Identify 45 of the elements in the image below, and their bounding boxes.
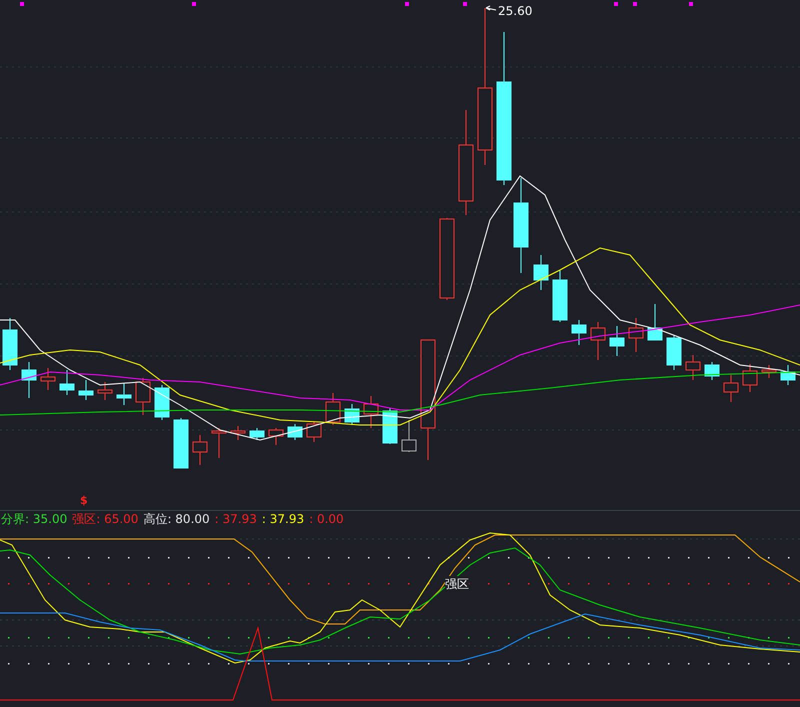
candle bbox=[590, 322, 606, 360]
candle bbox=[686, 354, 700, 380]
candle bbox=[648, 304, 662, 340]
candle bbox=[762, 364, 776, 378]
candle bbox=[572, 320, 586, 346]
arrow-icon bbox=[486, 6, 496, 10]
candle bbox=[268, 428, 284, 446]
candle bbox=[154, 384, 170, 420]
indicator-value: : 0.00 bbox=[309, 512, 344, 526]
candle bbox=[402, 420, 416, 452]
candle bbox=[382, 408, 398, 444]
candle bbox=[780, 364, 796, 386]
candle bbox=[534, 254, 548, 290]
candle bbox=[364, 396, 378, 428]
candle bbox=[666, 334, 682, 370]
candle bbox=[628, 318, 644, 352]
candle bbox=[742, 364, 758, 392]
candle bbox=[22, 362, 36, 398]
indicator-value: 高位: 80.00 bbox=[143, 510, 210, 528]
candle bbox=[174, 418, 188, 468]
candle bbox=[40, 368, 56, 390]
candle bbox=[610, 326, 624, 356]
indicator-value: : 37.93 bbox=[262, 512, 304, 526]
candle bbox=[326, 392, 340, 426]
candle bbox=[288, 424, 302, 440]
candle bbox=[2, 318, 18, 370]
candle bbox=[552, 270, 568, 322]
candle bbox=[704, 362, 720, 380]
candle bbox=[98, 382, 112, 400]
candle bbox=[344, 404, 360, 426]
candle bbox=[136, 378, 150, 416]
high-price-label: 25.60 bbox=[498, 4, 532, 18]
signal-mark: $ bbox=[80, 494, 88, 507]
candle bbox=[60, 370, 74, 396]
candle bbox=[724, 374, 738, 402]
candle bbox=[306, 422, 322, 442]
candle bbox=[250, 428, 264, 440]
indicator-value: 强区: 65.00 bbox=[72, 510, 138, 528]
indicator-value: 分界: 35.00 bbox=[1, 510, 68, 528]
candle bbox=[78, 380, 94, 400]
candle bbox=[212, 428, 226, 458]
candle bbox=[230, 426, 246, 440]
candle bbox=[192, 434, 208, 466]
indicator-value: : 37.93 bbox=[214, 512, 257, 526]
candle bbox=[116, 382, 132, 406]
